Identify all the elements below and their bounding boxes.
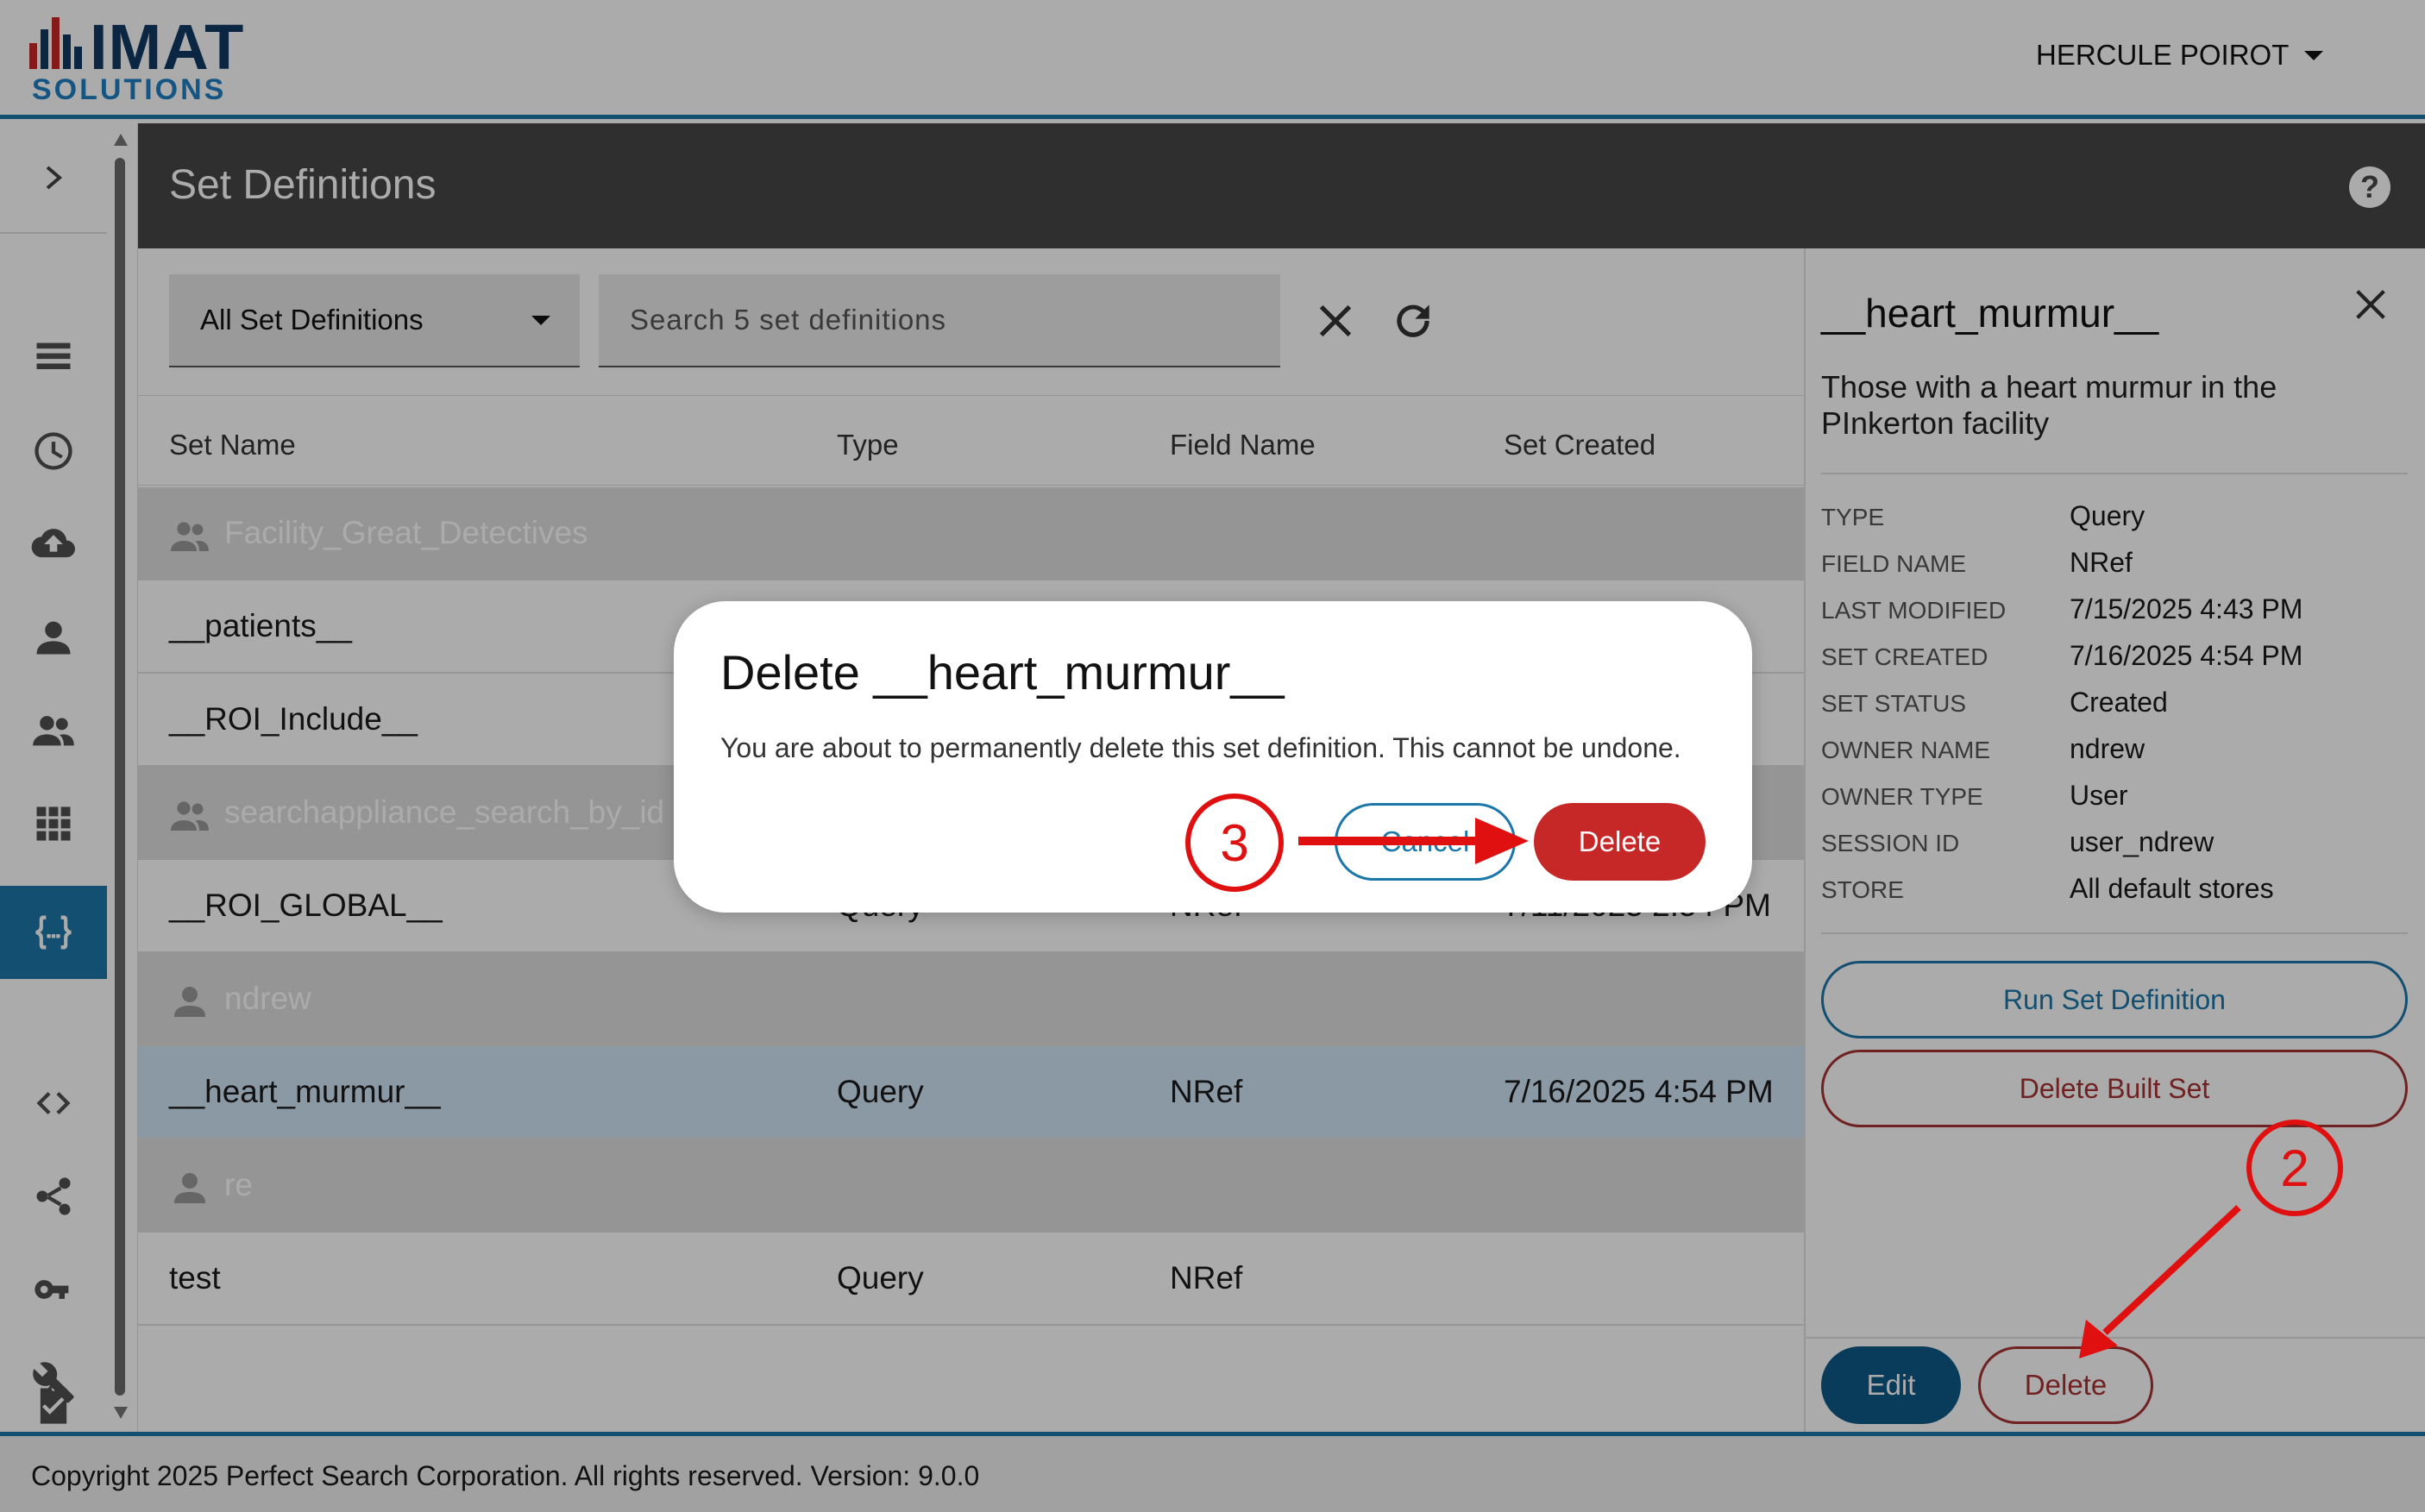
confirm-delete-button[interactable]: Delete xyxy=(1534,803,1706,881)
dialog-message: You are about to permanently delete this… xyxy=(720,732,1681,763)
dialog-title: Delete __heart_murmur__ xyxy=(720,645,1285,700)
cancel-button[interactable]: Cancel xyxy=(1335,803,1516,881)
delete-confirm-dialog: Delete __heart_murmur__ You are about to… xyxy=(674,601,1752,913)
